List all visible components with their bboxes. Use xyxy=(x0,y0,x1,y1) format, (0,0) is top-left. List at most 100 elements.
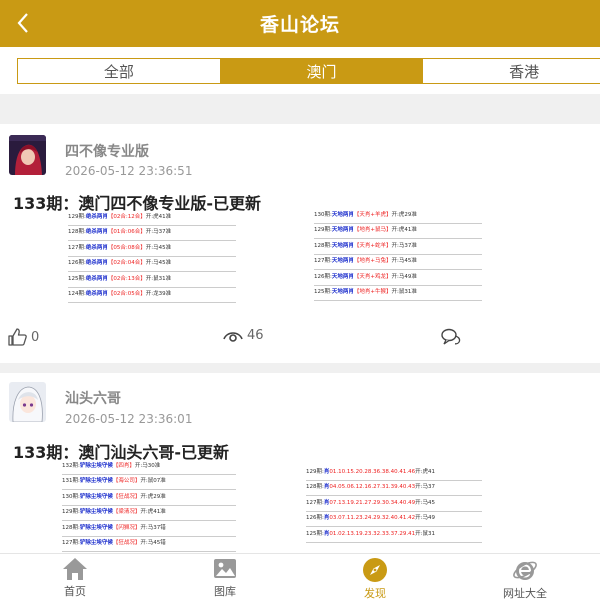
table-row: 126期: 天地两肖 【天肖+鸡龙】 开:马49准 xyxy=(314,270,482,286)
period: 132期: xyxy=(62,462,80,469)
period: 127期: xyxy=(306,499,324,506)
prediction-table-left: 129期: 绝杀两肖 【02合:12合】 开:虎41准 128期: 绝杀两肖 【01合:0… xyxy=(0,210,236,303)
pick: 【天肖+蛇羊】 xyxy=(353,242,392,249)
table-row: 130期: 天地两肖 【天肖+羊虎】 开:虎29准 xyxy=(314,208,482,224)
nav-label: 图库 xyxy=(214,585,236,598)
tab-all[interactable]: 全部 xyxy=(18,59,221,83)
chevron-left-icon xyxy=(17,13,28,33)
avatar[interactable] xyxy=(9,382,46,422)
pick: 【02合:05合】 xyxy=(107,291,146,297)
period: 126期: xyxy=(314,273,332,280)
back-button[interactable] xyxy=(8,8,38,38)
pick: 【02合:04合】 xyxy=(107,260,146,266)
result: 开:马45 xyxy=(415,499,435,506)
table-row: 127期: 绝杀两肖 【05合:08合】 开:马45准 xyxy=(68,241,236,257)
result: 开:虎41准 xyxy=(145,213,172,220)
period: 125期: xyxy=(314,289,332,295)
prediction-table-right: 130期: 天地两肖 【天肖+羊虎】 开:虎29准 129期: 天地两肖 【地肖+鼠马】开… xyxy=(244,208,482,301)
compass-icon xyxy=(363,558,387,582)
gallery-icon xyxy=(214,559,236,578)
post-card[interactable]: 汕头六哥 2026-05-12 23:36:01 133期：澳门汕头六哥-已更新… xyxy=(0,373,600,553)
period: 131期: xyxy=(62,478,80,484)
pick: 01.02.13.19.23.32.33.37.29.41 xyxy=(329,530,416,537)
author-name[interactable]: 四不像专业版 xyxy=(65,141,149,161)
kind: 天地两肖 xyxy=(331,258,354,264)
pick: 【地肖+马兔】 xyxy=(353,258,392,264)
pick: 【02合:12合】 xyxy=(107,213,146,220)
table-row: 127期: 肖 07.13.19.21.27.29.30.34.40.49 开:马45 xyxy=(306,496,482,512)
pick: 【地肖+牛猴】 xyxy=(353,289,392,295)
table-row: 128期: 天地两肖 【天肖+蛇羊】 开:马37准 xyxy=(314,239,482,255)
period: 129期: xyxy=(314,227,332,233)
period: 130期: xyxy=(314,211,332,218)
period: 128期: xyxy=(306,484,324,490)
pick: 【海公司】 xyxy=(112,478,141,484)
result: 开:虎29准 xyxy=(391,211,417,218)
tab-bar: 全部 澳门 香港 xyxy=(0,47,600,94)
kind: 铲除尘埃守候 xyxy=(79,493,113,500)
table-row: 125期: 天地两肖 【地肖+牛猴】 开:鼠31准 xyxy=(314,286,482,301)
table-row: 126期: 肖 03.07.11.23.24.29.32.40.41.42 开:马49 xyxy=(306,512,482,527)
thumbs-up-icon xyxy=(8,328,27,346)
nav-label: 发现 xyxy=(364,587,386,600)
pick: 【四肖】 xyxy=(112,462,135,469)
like-button[interactable]: 0 xyxy=(8,328,39,346)
period: 128期: xyxy=(68,229,86,235)
table-row: 128期: 绝杀两肖 【01合:06合】 开:马37准 xyxy=(68,226,236,241)
table-row: 129期: 天地两肖 【地肖+鼠马】 开:虎41准 xyxy=(314,224,482,239)
result: 开:虎41准 xyxy=(391,227,417,233)
result: 开:马37准 xyxy=(145,229,172,235)
period: 129期: xyxy=(62,509,80,515)
period: 125期: xyxy=(68,275,86,282)
tab-hongkong[interactable]: 香港 xyxy=(423,59,600,83)
avatar[interactable] xyxy=(9,135,46,175)
period: 127期: xyxy=(68,244,86,251)
kind: 铲除尘埃守候 xyxy=(79,509,113,515)
tab-macau[interactable]: 澳门 xyxy=(220,59,424,83)
period: 130期: xyxy=(62,493,80,500)
views-number: 46 xyxy=(247,328,264,343)
pick: 【天肖+鸡龙】 xyxy=(353,273,392,280)
kind: 绝杀两肖 xyxy=(85,244,108,251)
table-row: 129期: 绝杀两肖 【02合:12合】 开:虎41准 xyxy=(68,210,236,226)
page-title: 香山论坛 xyxy=(259,14,340,36)
segmented-tabs: 全部 澳门 香港 xyxy=(17,58,600,84)
result: 开:马45准 xyxy=(145,260,172,266)
nav-url-directory[interactable]: 网址大全 xyxy=(450,554,600,600)
period: 125期: xyxy=(306,530,324,537)
pick: 【闪狮况】 xyxy=(112,524,141,531)
result: 开:马45错 xyxy=(140,540,166,546)
pick: 04.05.06.12.16.27.31.39.40.43 xyxy=(329,484,416,490)
pick: 【狂战况】 xyxy=(112,493,141,500)
eye-icon xyxy=(223,331,243,342)
period: 127期: xyxy=(314,258,332,264)
pick: 【天肖+羊虎】 xyxy=(353,211,392,218)
result: 开:马49准 xyxy=(391,273,417,280)
kind: 绝杀两肖 xyxy=(85,213,108,220)
browser-e-icon xyxy=(513,561,537,580)
table-row: 125期: 绝杀两肖 【02合:13合】 开:鼠31准 xyxy=(68,272,236,288)
nav-label: 首页 xyxy=(64,585,86,598)
result: 开:虎29准 xyxy=(140,493,166,500)
period: 129期: xyxy=(306,468,324,475)
table-row: 129期: 铲除尘埃守候 【梁清况】 开:虎41准 xyxy=(62,506,236,521)
pick: 03.07.11.23.24.29.32.40.41.42 xyxy=(329,515,416,521)
table-row: 131期: 铲除尘埃守候 【海公司】 开:鼠07准 xyxy=(62,475,236,490)
nav-home[interactable]: 首页 xyxy=(0,554,150,600)
prediction-table-left: 132期: 铲除尘埃守候 【四肖】 开:马30准 131期: 铲除尘埃守候 【海公司】 开:… xyxy=(0,459,236,552)
comment-icon xyxy=(441,328,461,345)
post-time: 2026-05-12 23:36:01 xyxy=(65,412,193,426)
nav-gallery[interactable]: 图库 xyxy=(150,554,300,600)
post-card[interactable]: 四不像专业版 2026-05-12 23:36:51 133期：澳门四不像专业版… xyxy=(0,124,600,363)
nav-discover[interactable]: 发现 xyxy=(300,554,450,600)
author-name[interactable]: 汕头六哥 xyxy=(65,388,121,408)
pick: 【02合:13合】 xyxy=(107,275,146,282)
period: 126期: xyxy=(306,515,324,521)
table-row: 132期: 铲除尘埃守候 【四肖】 开:马30准 xyxy=(62,459,236,475)
kind: 天地两肖 xyxy=(331,289,354,295)
comment-button[interactable] xyxy=(441,328,461,346)
result: 开:马49 xyxy=(415,515,435,521)
result: 开:鼠31准 xyxy=(391,289,417,295)
period: 127期: xyxy=(62,540,80,546)
result: 开:龙39准 xyxy=(145,291,172,297)
